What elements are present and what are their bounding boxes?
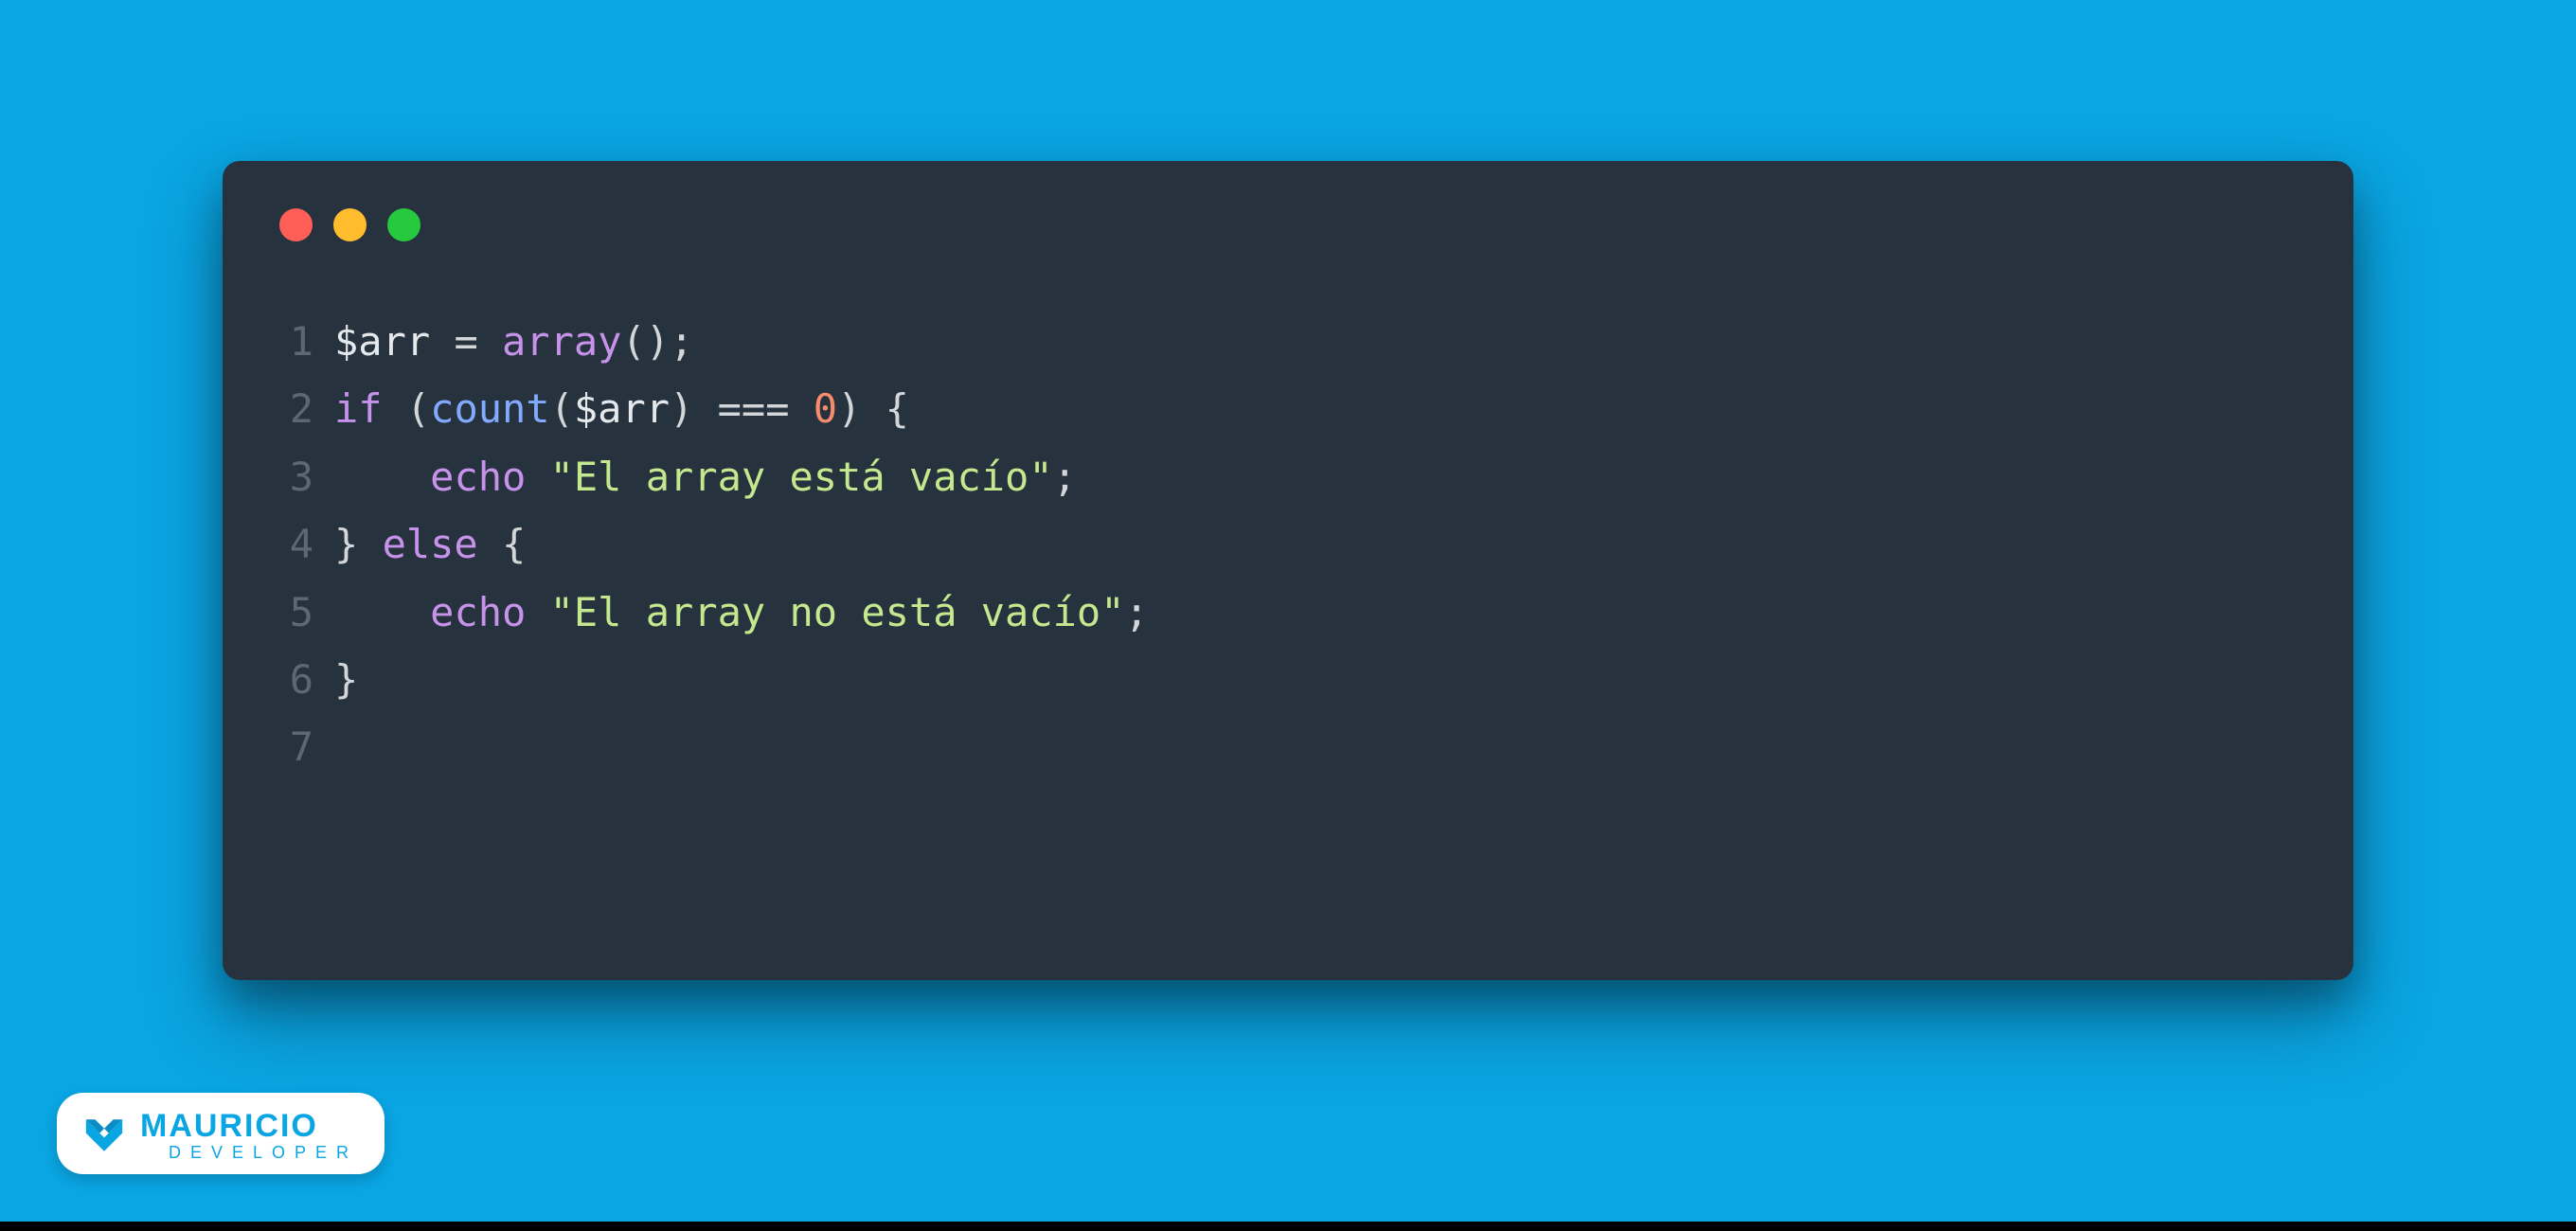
line-number: 3 xyxy=(270,443,313,510)
code-line: 6} xyxy=(270,646,2306,713)
code-line: 5 echo "El array no está vacío"; xyxy=(270,579,2306,646)
line-number: 7 xyxy=(270,713,313,780)
minimize-icon[interactable] xyxy=(333,208,367,241)
line-content: $arr = array(); xyxy=(334,308,693,375)
bottom-bar xyxy=(0,1222,2576,1231)
line-number: 1 xyxy=(270,308,313,375)
code-line: 7 xyxy=(270,713,2306,780)
brand-logo-icon xyxy=(81,1113,127,1158)
line-content: } else { xyxy=(334,510,526,578)
brand-subtitle: DEVELOPER xyxy=(169,1144,358,1161)
line-content: if (count($arr) === 0) { xyxy=(334,375,909,442)
line-number: 5 xyxy=(270,579,313,646)
code-window: 1 $arr = array(); 2 if (count($arr) === 0) … xyxy=(223,161,2353,980)
code-line: 3 echo "El array está vacío"; xyxy=(270,443,2306,510)
line-number: 6 xyxy=(270,646,313,713)
code-line: 2 if (count($arr) === 0) { xyxy=(270,375,2306,442)
line-content: echo "El array no está vacío"; xyxy=(334,579,1149,646)
maximize-icon[interactable] xyxy=(387,208,420,241)
brand-badge: MAURICIO DEVELOPER xyxy=(57,1093,385,1174)
brand-text: MAURICIO DEVELOPER xyxy=(140,1110,358,1161)
line-content: echo "El array está vacío"; xyxy=(334,443,1077,510)
brand-title: MAURICIO xyxy=(140,1110,358,1142)
code-block: 1 $arr = array(); 2 if (count($arr) === 0) … xyxy=(270,308,2306,781)
code-line: 4 } else { xyxy=(270,510,2306,578)
close-icon[interactable] xyxy=(279,208,313,241)
line-content: } xyxy=(334,646,358,713)
line-number: 4 xyxy=(270,510,313,578)
line-number: 2 xyxy=(270,375,313,442)
traffic-lights xyxy=(279,208,2306,241)
code-line: 1 $arr = array(); xyxy=(270,308,2306,375)
